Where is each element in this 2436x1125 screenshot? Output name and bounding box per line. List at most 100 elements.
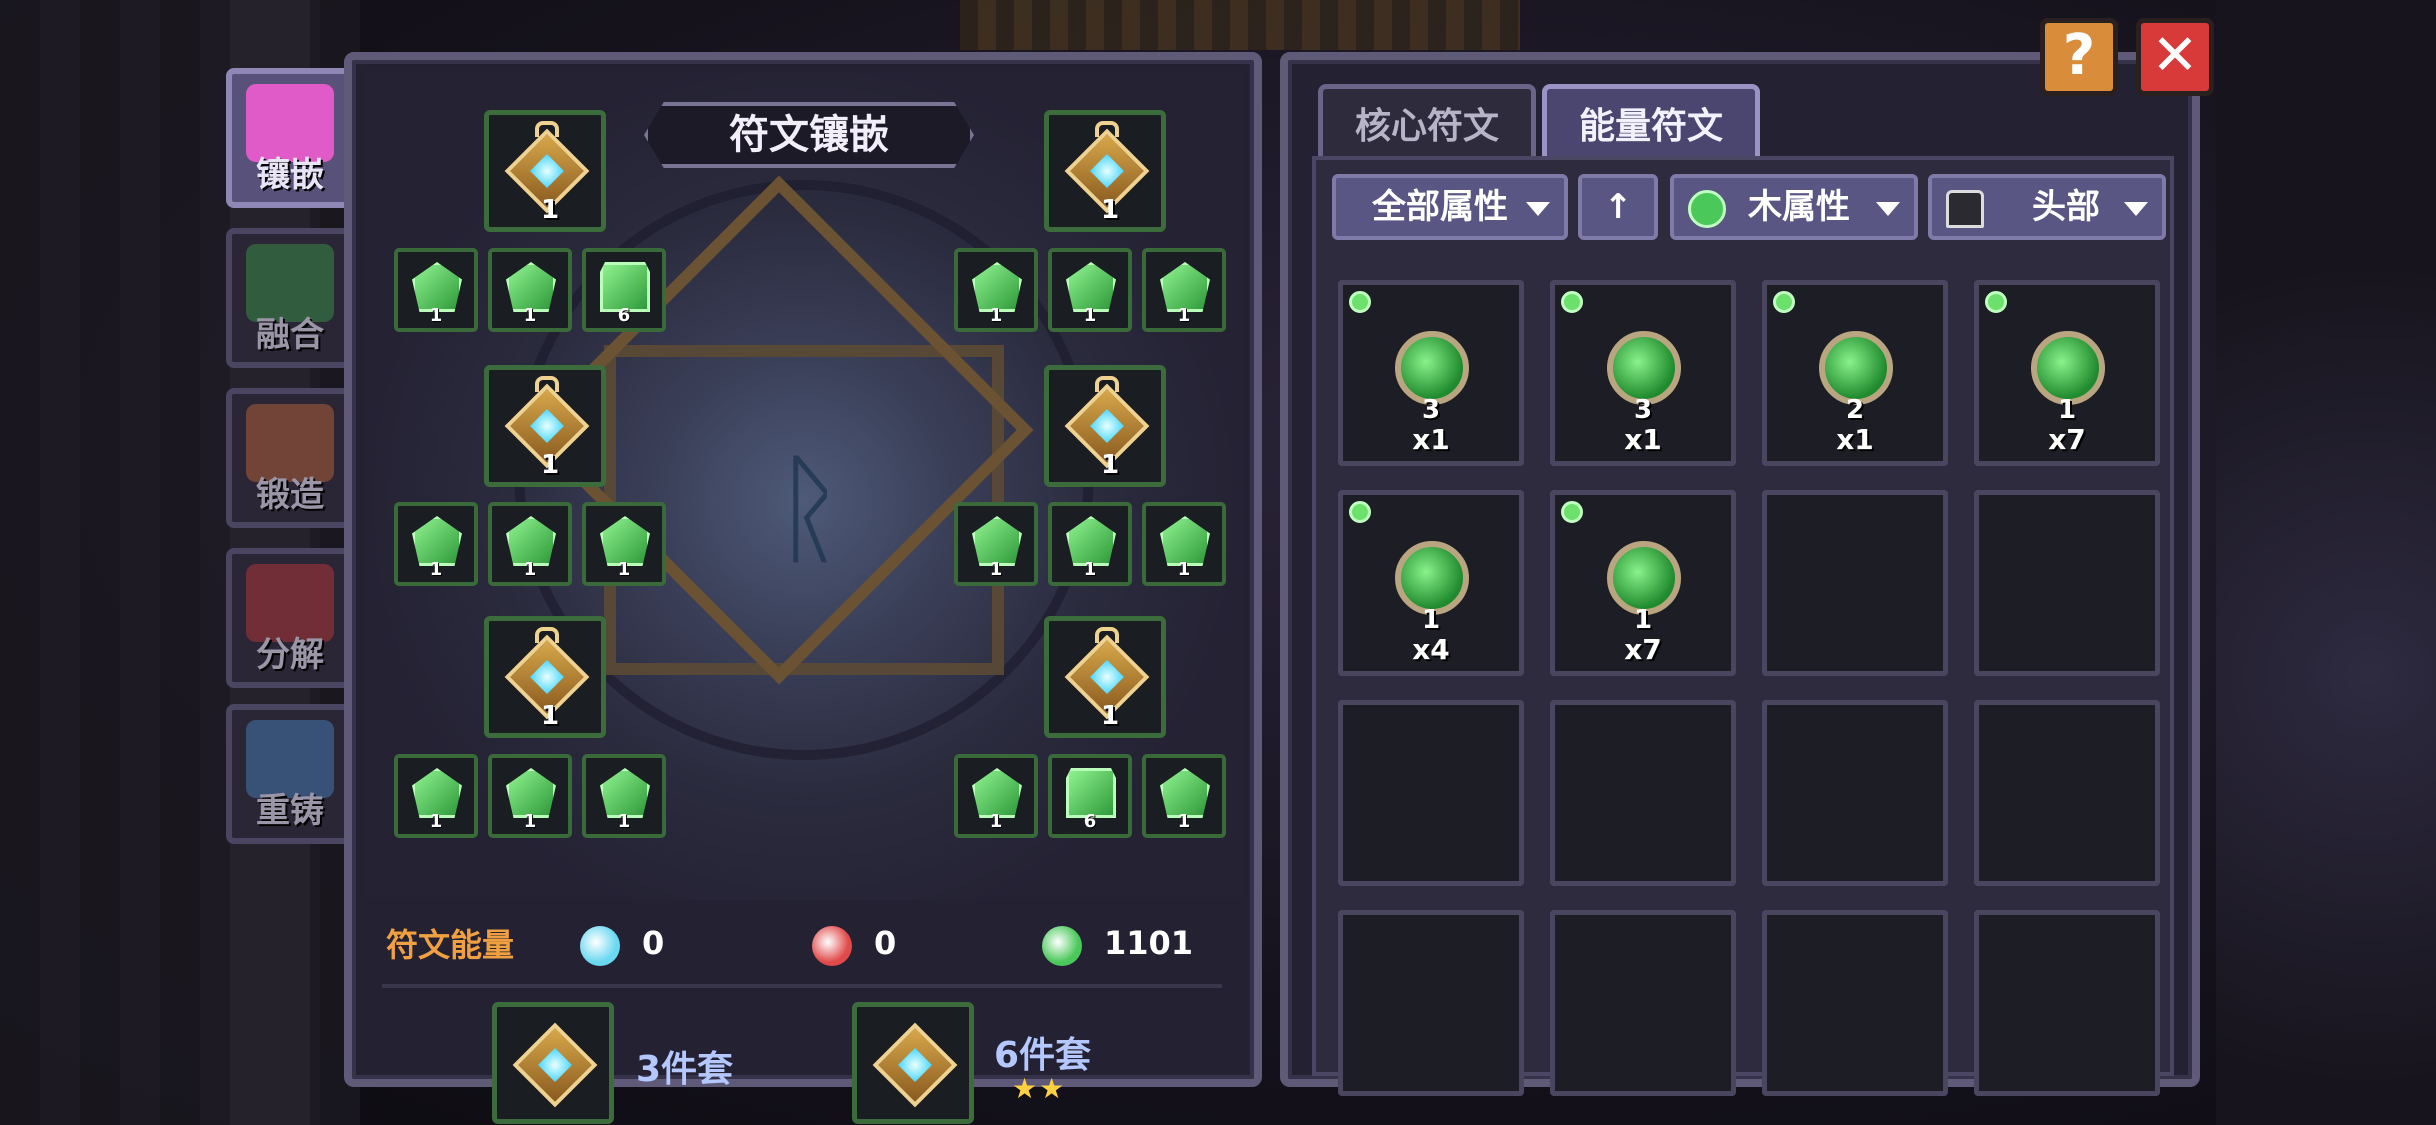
tab-core-runes[interactable]: 核心符文 [1318,84,1536,164]
rune-level: 6 [1083,811,1097,832]
wood-energy-rune-icon [1819,331,1893,405]
energy-rune-slot[interactable]: 1 [488,502,572,586]
up-arrow-icon: ↑ [1603,187,1633,227]
fire-energy-value: 0 [874,924,897,962]
fire-drop-icon [812,926,852,966]
close-button[interactable]: ✕ [2136,18,2214,96]
rune-level: 3 [1421,395,1441,425]
set-bonus-6-stars: ★★ [1012,1072,1067,1105]
energy-rune-slot[interactable]: 1 [1048,502,1132,586]
energy-rune-slot[interactable]: 1 [394,754,478,838]
background-top-decoration [960,0,1520,50]
energy-rune-slot[interactable]: 1 [954,754,1038,838]
energy-rune-slot[interactable]: 1 [954,502,1038,586]
tab-energy-runes[interactable]: 能量符文 [1542,84,1760,164]
energy-rune-slot[interactable]: 1 [394,248,478,332]
core-rune-slot[interactable]: 1 [1044,110,1166,232]
energy-rune-slot[interactable]: 1 [582,754,666,838]
rune-quantity: x7 [1624,633,1662,666]
rune-level: 1 [429,305,443,326]
inventory-cell[interactable] [1762,700,1948,886]
new-item-icon [1773,291,1795,313]
inventory-cell[interactable]: 3 x1 [1338,280,1524,466]
rune-level: 1 [429,559,443,580]
energy-rune-slot[interactable]: 1 [488,248,572,332]
wood-energy-rune-icon [1395,541,1469,615]
new-item-icon [1985,291,2007,313]
rune-level: 1 [429,811,443,832]
rune-level: 1 [989,559,1003,580]
rune-quantity: x1 [1836,423,1874,456]
rune-gem-icon [872,1022,958,1108]
side-tab-2[interactable]: 锻造 [226,388,354,528]
inventory-cell[interactable]: 3 x1 [1550,280,1736,466]
inventory-cell[interactable] [1550,700,1736,886]
inventory-cell[interactable]: 2 x1 [1762,280,1948,466]
energy-rune-slot[interactable]: 1 [1142,248,1226,332]
new-item-icon [1561,501,1583,523]
core-rune-slot[interactable]: 1 [1044,365,1166,487]
rune-level: 1 [1421,605,1441,635]
sort-button[interactable]: ↑ [1578,174,1658,240]
inventory-cell[interactable]: 1 x4 [1338,490,1524,676]
inventory-cell[interactable] [1974,700,2160,886]
all-attribute-filter[interactable]: 全部属性 [1332,174,1568,240]
energy-rune-slot[interactable]: 1 [582,502,666,586]
inventory-cell[interactable]: 1 x7 [1974,280,2160,466]
rune-level: 1 [617,811,631,832]
inventory-cell[interactable] [1974,490,2160,676]
rune-inventory-panel: 核心符文 能量符文 全部属性 ↑ 木属性 头部 3 x1 3 x1 2 x1 1 x7 1 x4 1… [1280,52,2200,1096]
chevron-down-icon [1876,202,1900,216]
rune-level: 2 [1845,395,1865,425]
equipment-slot-label: 头部 [2032,187,2100,227]
energy-rune-slot[interactable]: 6 [582,248,666,332]
set-bonus-6-slot[interactable] [852,1002,974,1124]
energy-rune-slot[interactable]: 1 [1048,248,1132,332]
side-tab-0[interactable]: 镶嵌 [226,68,354,208]
inventory-cell[interactable] [1762,490,1948,676]
divider [382,984,1222,988]
core-rune-slot[interactable]: 1 [484,365,606,487]
energy-rune-slot[interactable]: 1 [1142,754,1226,838]
inlay-board: ᚱ 符文镶嵌 111111 116111111111111161 [364,70,1242,900]
inventory-cell[interactable] [1762,910,1948,1096]
inventory-cell[interactable] [1974,910,2160,1096]
inventory-cell[interactable] [1338,910,1524,1096]
help-button[interactable]: ? [2040,18,2118,96]
side-tab-label: 重铸 [256,791,324,831]
energy-rune-slot[interactable]: 1 [954,248,1038,332]
set-bonus-3-slot[interactable] [492,1002,614,1124]
energy-rune-slot[interactable]: 1 [488,754,572,838]
inventory-cell[interactable]: 1 x7 [1550,490,1736,676]
equipment-slot-filter[interactable]: 头部 [1928,174,2166,240]
background-right [2216,0,2436,1125]
core-rune-slot[interactable]: 1 [1044,616,1166,738]
inventory-cell[interactable] [1550,910,1736,1096]
side-tab-label: 分解 [256,635,324,675]
rune-quantity: x4 [1412,633,1450,666]
wood-energy-rune-icon [1395,331,1469,405]
wood-attribute-icon [1688,190,1726,228]
rune-level: 1 [989,305,1003,326]
rune-quantity: x1 [1624,423,1662,456]
wood-energy-rune-icon [2031,331,2105,405]
new-item-icon [1349,291,1371,313]
side-tab-3[interactable]: 分解 [226,548,354,688]
side-tab-1[interactable]: 融合 [226,228,354,368]
inventory-cell[interactable] [1338,700,1524,886]
rune-level: 1 [1177,305,1191,326]
side-tab-4[interactable]: 重铸 [226,704,354,844]
energy-rune-slot[interactable]: 6 [1048,754,1132,838]
core-rune-level: 1 [1101,450,1120,480]
energy-rune-slot[interactable]: 1 [1142,502,1226,586]
energy-rune-slot[interactable]: 1 [394,502,478,586]
wood-energy-value: 1101 [1104,924,1194,962]
core-rune-slot[interactable]: 1 [484,110,606,232]
core-rune-slot[interactable]: 1 [484,616,606,738]
chevron-down-icon [2124,202,2148,216]
rune-level: 6 [617,305,631,326]
wood-drop-icon [1042,926,1082,966]
core-rune-level: 1 [1101,701,1120,731]
wood-attribute-filter[interactable]: 木属性 [1670,174,1918,240]
inventory-content: 全部属性 ↑ 木属性 头部 3 x1 3 x1 2 x1 1 x7 1 x4 1 x7 [1312,156,2174,1096]
